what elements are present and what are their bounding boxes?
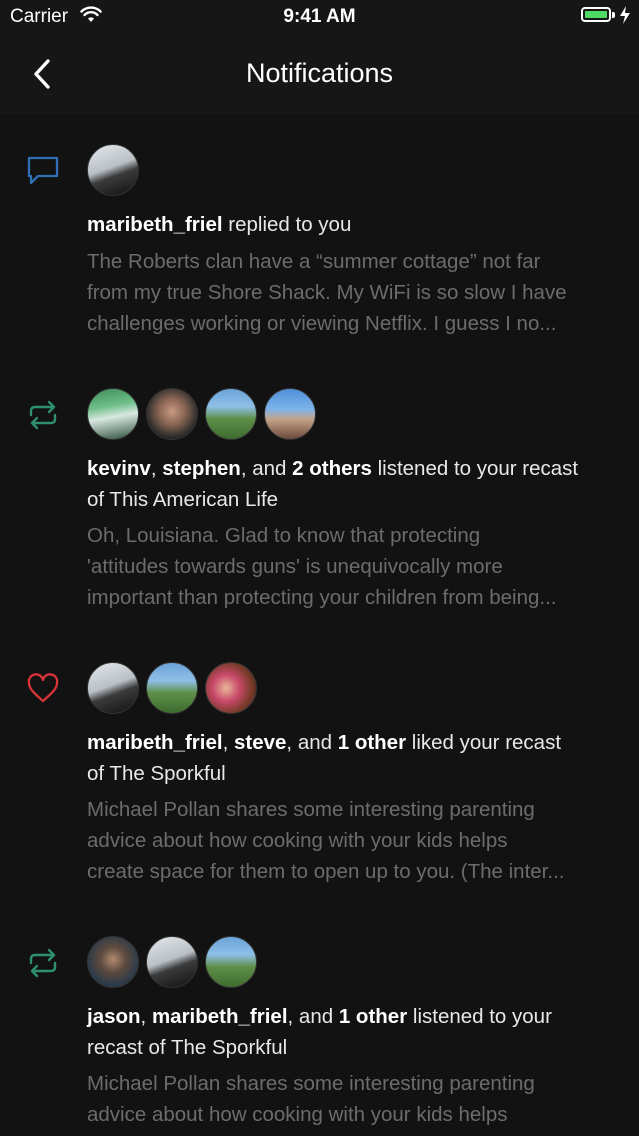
avatar[interactable] (205, 662, 257, 714)
snippet-line: Michael Pollan shares some interesting p… (87, 798, 535, 821)
battery-icon (581, 7, 611, 22)
notification-snippet: Oh, Louisiana. Glad to know that protect… (87, 520, 622, 613)
notification-headline: maribeth_friel, steve, and 1 other liked… (87, 727, 627, 789)
status-time: 9:41 AM (283, 6, 356, 27)
action-text: liked your recast (406, 731, 562, 754)
snippet-line: advice about how cooking with your kids … (87, 829, 508, 852)
separator: , and (286, 731, 338, 754)
separator: , (150, 457, 163, 480)
others-link[interactable]: 1 other (338, 731, 406, 754)
avatar[interactable] (87, 936, 139, 988)
heart-icon (27, 673, 59, 703)
snippet-line: Oh, Louisiana. Glad to know that protect… (87, 524, 481, 547)
snippet-line: create space for them to open up to you.… (87, 860, 565, 883)
notification-headline: maribeth_friel replied to you (87, 209, 627, 240)
action-text: of The Sporkful (87, 762, 226, 785)
notification-snippet: Michael Pollan shares some interesting p… (87, 1068, 622, 1130)
status-bar: Carrier 9:41 AM (0, 0, 639, 34)
others-link[interactable]: 1 other (339, 1005, 407, 1028)
action-text: listened to your recast (371, 457, 579, 480)
speech-bubble-icon (27, 156, 59, 185)
page-title: Notifications (245, 58, 394, 88)
battery-nub (612, 12, 615, 18)
notification-headline: jason, maribeth_friel, and 1 other liste… (87, 1001, 627, 1063)
snippet-line: 'attitudes towards guns' is unequivocall… (87, 555, 503, 578)
snippet-line: challenges working or viewing Netflix. I… (87, 312, 557, 335)
avatar-group (87, 662, 264, 714)
separator: , (140, 1005, 152, 1028)
avatar[interactable] (264, 388, 316, 440)
avatar[interactable] (87, 388, 139, 440)
username-link[interactable]: steve (234, 731, 286, 754)
username-link[interactable]: maribeth_friel (87, 731, 223, 754)
avatar[interactable] (146, 388, 198, 440)
navigation-bar: Notifications (0, 34, 639, 114)
username-link[interactable]: maribeth_friel (87, 213, 223, 236)
avatar[interactable] (205, 936, 257, 988)
avatar-group (87, 936, 264, 988)
snippet-line: Michael Pollan shares some interesting p… (87, 1072, 535, 1095)
charging-bolt-icon (620, 6, 630, 24)
recast-arrows-icon (29, 400, 57, 430)
action-text: of This American Life (87, 488, 279, 511)
action-text: recast of The Sporkful (87, 1036, 288, 1059)
separator: , (222, 731, 234, 754)
notification-headline: kevinv, stephen, and 2 others listened t… (87, 453, 627, 515)
avatar-group (87, 388, 323, 440)
snippet-line: The Roberts clan have a “summer cottage”… (87, 250, 541, 273)
avatar[interactable] (146, 936, 198, 988)
separator: , and (287, 1005, 339, 1028)
notification-snippet: The Roberts clan have a “summer cottage”… (87, 246, 622, 339)
username-link[interactable]: kevinv (87, 457, 151, 480)
recast-arrows-icon (29, 948, 57, 978)
avatar-group (87, 144, 146, 196)
notification-snippet: Michael Pollan shares some interesting p… (87, 794, 622, 887)
separator: , and (240, 457, 293, 480)
username-link[interactable]: stephen (162, 457, 241, 480)
avatar[interactable] (87, 662, 139, 714)
username-link[interactable]: maribeth_friel (152, 1005, 288, 1028)
avatar[interactable] (205, 388, 257, 440)
action-text: replied to you (222, 213, 352, 236)
username-link[interactable]: jason (87, 1005, 141, 1028)
snippet-line: from my true Shore Shack. My WiFi is so … (87, 281, 567, 304)
snippet-line: advice about how cooking with your kids … (87, 1103, 508, 1126)
avatar[interactable] (87, 144, 139, 196)
snippet-line: important than protecting your children … (87, 586, 557, 609)
avatar[interactable] (146, 662, 198, 714)
others-link[interactable]: 2 others (292, 457, 372, 480)
action-text: listened to your (407, 1005, 552, 1028)
